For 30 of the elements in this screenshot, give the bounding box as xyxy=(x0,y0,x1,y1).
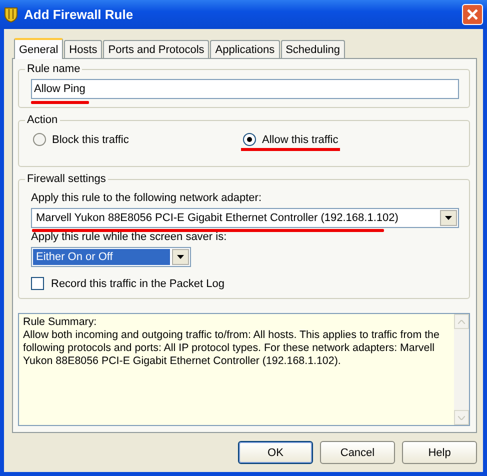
shield-icon xyxy=(4,6,18,22)
adapter-dropdown[interactable]: Marvell Yukon 88E8056 PCI-E Gigabit Ethernet Controller (192.168.1.102) xyxy=(31,208,459,228)
group-label: Rule name xyxy=(26,63,82,75)
tab[interactable]: Hosts xyxy=(64,40,102,58)
tab[interactable]: Applications xyxy=(210,40,280,58)
radio-option[interactable]: Allow this traffic xyxy=(241,132,340,151)
scrollbar[interactable] xyxy=(454,314,469,425)
close-button[interactable] xyxy=(462,4,483,25)
group-label: Action xyxy=(26,114,59,126)
close-icon xyxy=(466,8,479,21)
summary-text: Allow both incoming and outgoing traffic to/from: All hosts. This applies to traffic from the following protocols and ports: All IP protocol types. For these network adapters: Marvell Yukon 88E8056 PCI-E Gigabit Ethernet Controller (192.168.1.102). xyxy=(23,329,440,368)
field-label: Apply this rule while the screen saver is: xyxy=(31,231,228,243)
dialog-button[interactable]: OK xyxy=(238,441,313,464)
window-title: Add Firewall Rule xyxy=(24,7,134,22)
scroll-up-icon xyxy=(458,320,465,324)
checkbox-option[interactable]: Record this traffic in the Packet Log xyxy=(31,277,459,290)
dropdown-arrow-icon xyxy=(177,255,184,259)
dropdown-arrow-icon xyxy=(445,216,452,220)
scroll-down-icon xyxy=(458,416,465,420)
summary-heading: Rule Summary: xyxy=(23,316,98,329)
screensaver-dropdown[interactable]: Either On or Off xyxy=(31,247,191,267)
tab[interactable]: Scheduling xyxy=(280,40,346,58)
tab[interactable]: Ports and Protocols xyxy=(103,40,210,58)
rule-name-field[interactable]: Allow Ping xyxy=(31,79,459,99)
tab[interactable]: General xyxy=(14,38,64,59)
radio-option[interactable]: Block this traffic xyxy=(31,132,131,147)
field-label: Apply this rule to the following network adapter: xyxy=(31,192,263,204)
group-label: Firewall settings xyxy=(26,173,107,185)
dialog-button[interactable]: Cancel xyxy=(320,441,395,464)
dialog-button[interactable]: Help xyxy=(402,441,477,464)
